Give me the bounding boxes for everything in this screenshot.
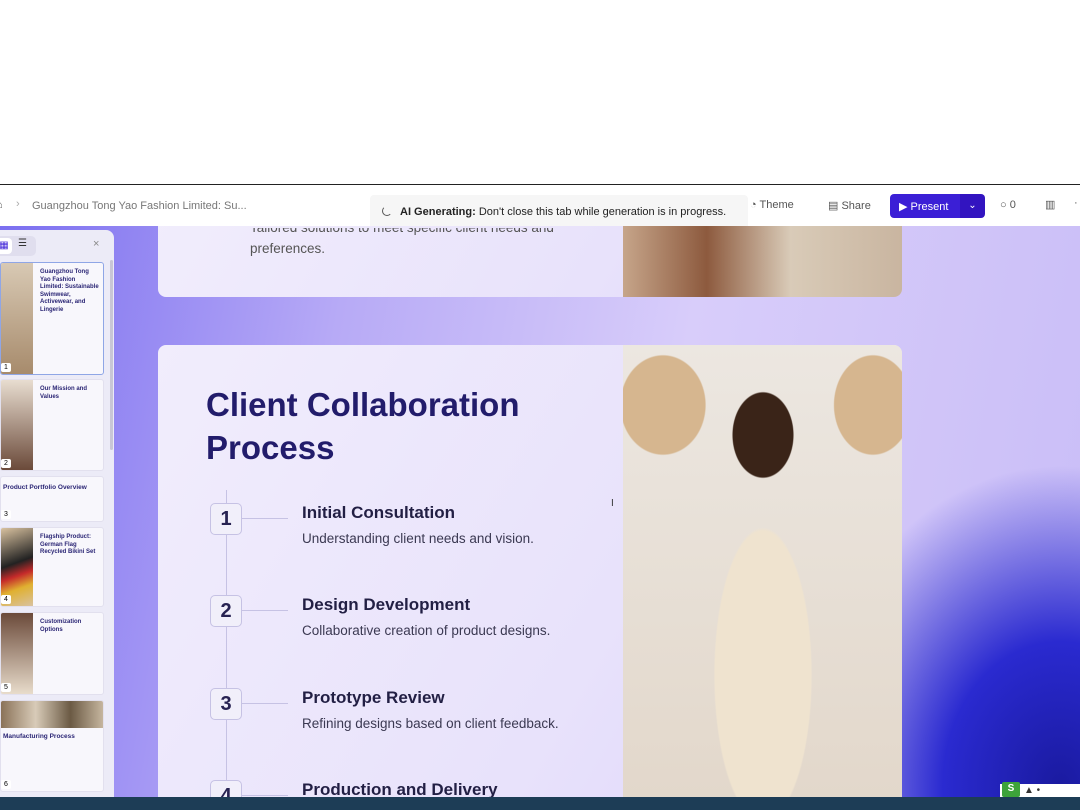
step-number: 2 [210, 595, 242, 627]
previous-slide-text: preferences. [250, 241, 326, 256]
comments-count: 0 [1009, 199, 1016, 211]
chevron-down-icon: ⌄ [968, 200, 977, 211]
slide-canvas: Tailored solutions to meet specific clie… [0, 226, 1080, 797]
slide-number: 3 [1, 510, 11, 519]
slide-number: 1 [1, 363, 11, 372]
step-desc: Refining designs based on client feedbac… [302, 716, 559, 731]
thumbnail-image [1, 701, 103, 728]
connector [242, 795, 288, 796]
slide-client-collaboration: Client Collaboration Process 1 Initial Co… [158, 345, 902, 797]
thumbnail-slide-1[interactable]: Guangzhou Tong Yao Fashion Limited: Sust… [0, 262, 104, 375]
view-toggle: ▦ ☰ [0, 236, 36, 256]
present-button[interactable]: ▶ Present [890, 194, 960, 218]
grid-view-icon[interactable]: ▦ [0, 238, 12, 254]
step-number: 1 [210, 503, 242, 535]
thumbnail-image [1, 613, 33, 694]
thumbnail-title: Product Portfolio Overview [3, 484, 87, 491]
more-icon[interactable]: · [1074, 197, 1078, 209]
thumbnail-slide-5[interactable]: Customization Options 5 [0, 612, 104, 695]
title-line-2: Process [206, 429, 335, 466]
taskbar [0, 797, 1080, 810]
sidebar-scrollbar[interactable] [110, 260, 113, 450]
previous-slide-image [623, 226, 902, 297]
share-label: Share [841, 200, 871, 212]
analytics-icon[interactable]: ▥ [1045, 198, 1055, 211]
thumbnail-image [1, 263, 33, 374]
slide-number: 2 [1, 459, 11, 468]
step-desc: Understanding client needs and vision. [302, 531, 534, 546]
timeline-line [226, 490, 227, 797]
slide-number: 4 [1, 595, 11, 604]
theme-button[interactable]: ◔ Theme [750, 199, 794, 211]
present-label: Present [910, 201, 949, 213]
slide-thumbnail-panel: ▦ ☰ × Guangzhou Tong Yao Fashion Limited… [0, 230, 114, 797]
thumbnail-slide-2[interactable]: Our Mission and Values 2 [0, 379, 104, 471]
thumbnail-title: Our Mission and Values [40, 386, 88, 400]
palette-icon: ◔ [750, 199, 757, 211]
ime-logo-icon: S [1002, 782, 1020, 797]
theme-label: Theme [759, 199, 794, 211]
close-icon[interactable]: × [93, 238, 99, 250]
toolbar: ⌂ › Guangzhou Tong Yao Fashion Limited: … [0, 186, 1080, 229]
ime-indicator: S ▲ • [1000, 782, 1080, 797]
previous-slide-text-cut: Tailored solutions to meet specific clie… [250, 226, 554, 235]
connector [242, 518, 288, 519]
play-icon: ▶ [899, 201, 908, 213]
slide-previous: Tailored solutions to meet specific clie… [158, 226, 902, 297]
thumbnail-slide-3[interactable]: Product Portfolio Overview 3 [0, 476, 104, 522]
model-image [623, 345, 902, 797]
step-desc: Collaborative creation of product design… [302, 623, 551, 638]
present-dropdown-button[interactable]: ⌄ [960, 194, 985, 218]
blank-area [0, 0, 1080, 185]
slide-title: Client Collaboration Process [206, 383, 520, 469]
comment-icon: ○ [1000, 199, 1007, 211]
step-number: 4 [210, 780, 242, 797]
thumbnail-title: Manufacturing Process [3, 733, 75, 740]
spinner-icon [382, 206, 392, 216]
toast-label: AI Generating: [400, 206, 476, 218]
comments-button[interactable]: ○ 0 [1000, 199, 1016, 211]
thumbnail-title: Guangzhou Tong Yao Fashion Limited: Sust… [40, 269, 99, 313]
chevron-right-icon: › [16, 198, 20, 210]
connector [242, 703, 288, 704]
thumbnail-title: Customization Options [40, 619, 82, 633]
step-title: Design Development [302, 595, 471, 614]
breadcrumb[interactable]: Guangzhou Tong Yao Fashion Limited: Su..… [32, 200, 247, 212]
share-icon: ▤ [828, 200, 839, 212]
ai-generating-toast: AI Generating: Don't close this tab whil… [370, 195, 748, 229]
step-title: Initial Consultation [302, 503, 455, 522]
step-title: Production and Delivery [302, 780, 498, 797]
slide-number: 5 [1, 683, 11, 692]
home-icon[interactable]: ⌂ [0, 199, 3, 211]
thumbnail-slide-6[interactable]: Manufacturing Process 6 [0, 700, 104, 792]
connector [242, 610, 288, 611]
title-line-1: Client Collaboration [206, 386, 520, 423]
toast-text: Don't close this tab while generation is… [478, 206, 727, 218]
step-title: Prototype Review [302, 688, 445, 707]
thumbnail-title: Flagship Product: German Flag Recycled B… [40, 534, 96, 555]
thumbnail-slide-4[interactable]: Flagship Product: German Flag Recycled B… [0, 527, 104, 607]
thumbnail-image [1, 380, 33, 470]
slide-number: 6 [1, 780, 11, 789]
list-view-icon[interactable]: ☰ [18, 238, 27, 249]
share-button[interactable]: ▤ Share [828, 199, 871, 212]
text-cursor-icon: I [611, 498, 614, 509]
step-number: 3 [210, 688, 242, 720]
